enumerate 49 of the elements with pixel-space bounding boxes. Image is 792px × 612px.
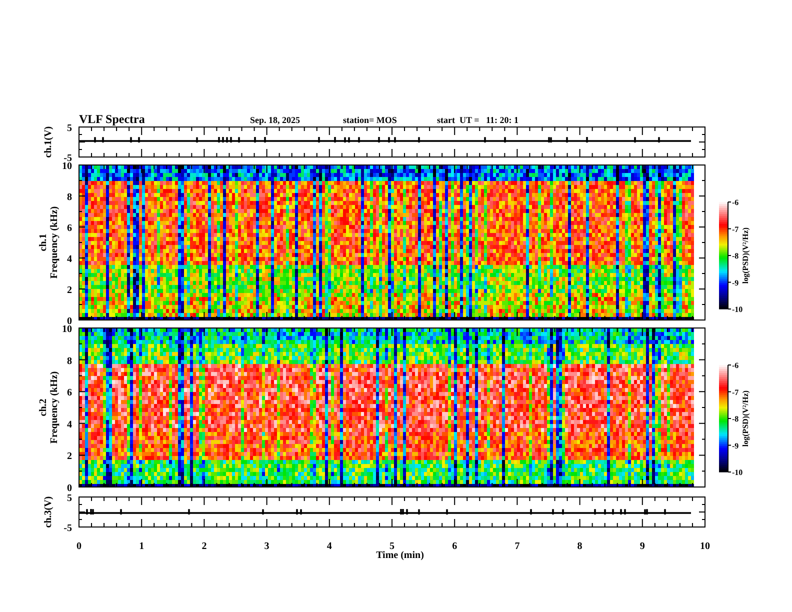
x-axis-label: Time (min) — [376, 550, 424, 561]
x-tick-label: 4 — [326, 541, 332, 552]
x-tick-label: 5 — [390, 541, 394, 552]
y-tick-label: 6 — [67, 388, 72, 399]
y-tick-label: 8 — [67, 356, 72, 367]
colorbar-tick-label: -10 — [732, 468, 743, 477]
x-tick-label: 10 — [700, 541, 710, 552]
colorbar-tick-label: -10 — [732, 305, 743, 314]
x-tick-label: 8 — [577, 541, 582, 552]
date-label: Sep. 18, 2025 — [250, 115, 300, 125]
y-tick-label: 5 — [67, 123, 72, 134]
colorbar-tick-label: -7 — [732, 224, 739, 234]
y-tick-label: 0 — [67, 483, 72, 494]
colorbar-tick-label: -8 — [732, 252, 739, 260]
y-tick-label: 5 — [67, 493, 72, 504]
colorbar-tick-label: -9 — [732, 278, 739, 288]
y-tick-label: 10 — [62, 161, 72, 172]
channel-axis-label: ch.3(V) — [43, 496, 54, 528]
y-tick-label: 0 — [67, 316, 72, 327]
x-tick-label: 9 — [640, 541, 645, 552]
y-tick-label: 6 — [67, 223, 72, 234]
y-tick-label: 2 — [67, 285, 72, 296]
x-tick-label: 0 — [76, 541, 82, 552]
x-tick-label: 2 — [202, 541, 207, 552]
x-tick-label: 1 — [139, 541, 144, 552]
colorbar-tick-label: -6 — [732, 361, 739, 370]
colorbar-label: log(PSD)(V²/Hz) — [741, 227, 750, 284]
x-tick-label: 6 — [452, 541, 458, 552]
y-tick-label: 10 — [62, 324, 72, 335]
channel-axis-label: ch.1(V) — [43, 126, 54, 158]
colorbar-tick-label: -6 — [732, 198, 739, 207]
channel-label: ch.2 — [38, 398, 49, 416]
frequency-axis-label: Frequency (kHz) — [49, 371, 60, 444]
y-tick-label: -5 — [64, 523, 72, 534]
plot-title: VLF Spectra — [79, 112, 145, 126]
x-tick-label: 7 — [514, 541, 520, 552]
channel-label: ch.1 — [38, 234, 49, 252]
colorbar-tick-label: -9 — [732, 441, 739, 450]
colorbar-label: log(PSD)(V²/Hz) — [741, 390, 750, 447]
y-tick-label: 8 — [67, 192, 72, 203]
colorbar-tick-label: -7 — [732, 388, 739, 397]
station-label: station= MOS — [343, 115, 397, 125]
y-tick-label: 4 — [67, 254, 72, 265]
start-time-label: start UT = 11: 20: 1 — [437, 115, 518, 125]
x-tick-label: 3 — [264, 541, 270, 552]
y-tick-label: 2 — [67, 451, 72, 462]
y-tick-label: 4 — [67, 419, 72, 430]
colorbar-tick-label: -8 — [732, 414, 739, 424]
frequency-axis-label: Frequency (kHz) — [49, 206, 60, 279]
